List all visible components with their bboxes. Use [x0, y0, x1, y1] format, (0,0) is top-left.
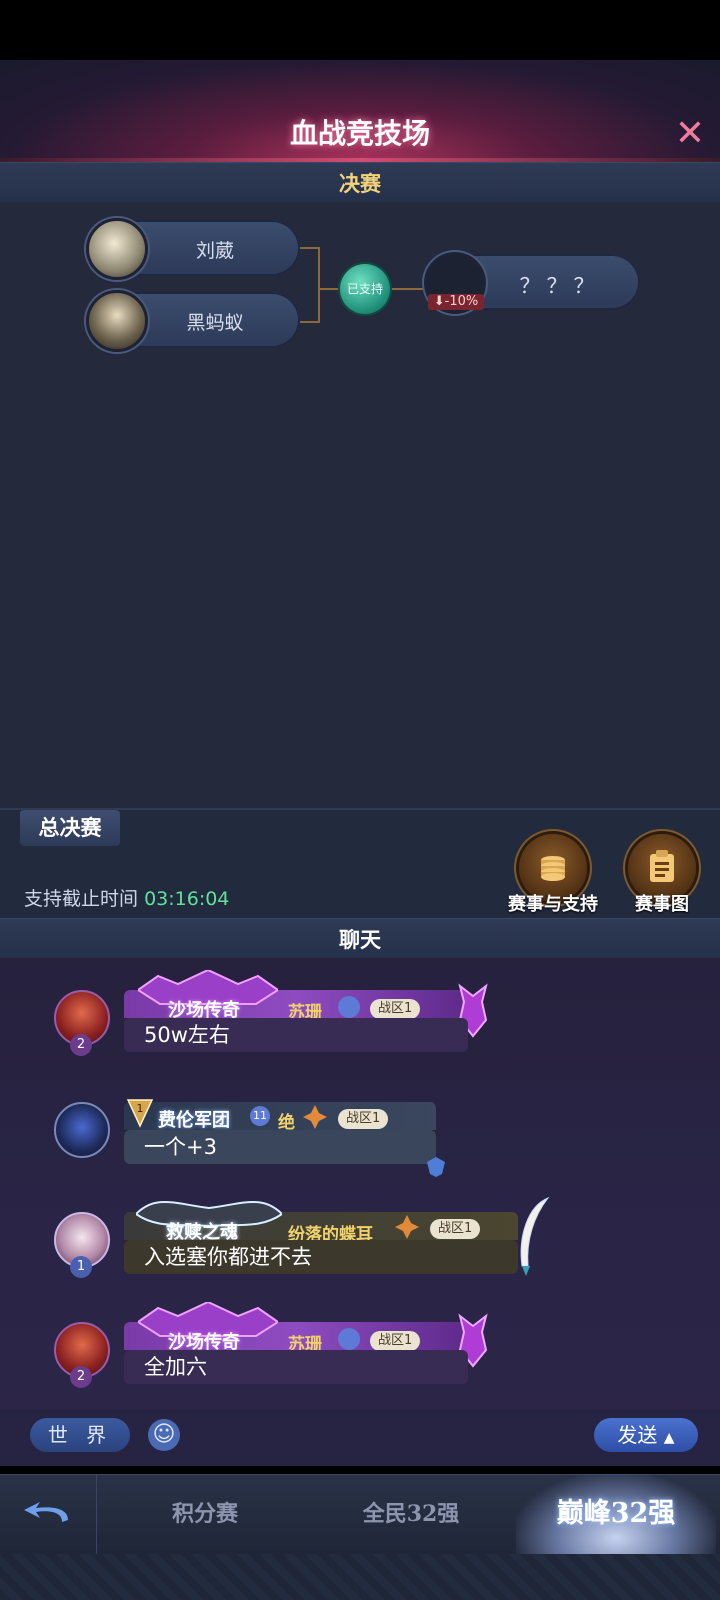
guild-level-icon: 11 [250, 1106, 270, 1126]
svg-text:1: 1 [137, 1102, 144, 1115]
tab-points-match[interactable]: 积分赛 [110, 1474, 300, 1554]
channel-select[interactable]: 世 界 [30, 1418, 130, 1452]
zone-badge: 战区1 [370, 999, 421, 1019]
footer-strip [0, 1554, 720, 1600]
chat-input[interactable] [190, 1420, 574, 1454]
level-badge: 1 [70, 1256, 92, 1278]
odds-change-badge: ⬇-10% [428, 294, 484, 310]
event-support-label[interactable]: 赛事与支持 [494, 890, 612, 916]
badge-icon [394, 1214, 420, 1240]
page-title: 血战竞技场 [289, 117, 430, 150]
down-arrow-icon: ⬇ [433, 294, 445, 309]
back-arrow-icon [22, 1500, 72, 1530]
badge-icon [302, 1104, 328, 1130]
badge-icon [338, 1328, 360, 1350]
close-icon[interactable]: ✕ [670, 114, 710, 154]
tab-peak-top32[interactable]: 巅峰32强 [516, 1474, 716, 1554]
bracket-chart-label[interactable]: 赛事图 [622, 890, 702, 916]
chat-message-text: 入选塞你都进不去 [124, 1240, 518, 1274]
zone-badge: 战区1 [370, 1331, 421, 1351]
player-2-avatar [86, 290, 148, 352]
chat-avatar[interactable] [54, 1102, 110, 1158]
chat-message-text: 50w左右 [124, 1018, 468, 1052]
send-button[interactable]: 发送 ▲ [594, 1418, 698, 1452]
status-bar-area [0, 0, 720, 60]
player-1-avatar [86, 218, 148, 280]
zone-badge: 战区1 [430, 1219, 481, 1239]
zone-badge: 战区1 [338, 1109, 389, 1129]
feather-icon [508, 1196, 554, 1278]
chat-message-text: 全加六 [124, 1350, 468, 1384]
final-tag[interactable]: 总决赛 [20, 810, 120, 846]
bracket-connector [300, 247, 320, 323]
emoji-icon[interactable]: ☺ [148, 1419, 180, 1451]
chat-section-label: 聊天 [339, 927, 381, 952]
badge-icon [338, 996, 360, 1018]
send-arrow-icon: ▲ [663, 1430, 675, 1446]
level-badge: 2 [70, 1366, 92, 1388]
chat-guild-title: 费伦军团 [158, 1110, 230, 1131]
tab-national-top32[interactable]: 全民32强 [316, 1474, 506, 1554]
bracket-connector-line-2 [390, 288, 426, 290]
player-2-name: 黑蚂蚁 [186, 312, 244, 334]
player-1-name: 刘葳 [195, 240, 234, 262]
deadline-label: 支持截止时间 [24, 888, 139, 910]
bracket-connector-line [320, 288, 340, 290]
odds-change-value: -10% [444, 294, 479, 309]
rank-shield-icon: 1 [126, 1098, 154, 1128]
coins-icon [537, 854, 569, 882]
supported-badge: 已支持 [340, 264, 390, 314]
send-label: 发送 [617, 1423, 658, 1447]
winner-name: ？？？ [519, 274, 601, 298]
back-button[interactable] [0, 1474, 97, 1554]
finals-section-label: 决赛 [339, 171, 381, 196]
deadline-time: 03:16:04 [144, 888, 230, 910]
level-badge: 2 [70, 1034, 92, 1056]
chat-message-text: 一个+3 [124, 1130, 436, 1164]
clipboard-icon [648, 850, 676, 884]
deadline-text: 支持截止时间 03:16:04 [24, 884, 229, 911]
shield-icon [426, 1156, 446, 1178]
